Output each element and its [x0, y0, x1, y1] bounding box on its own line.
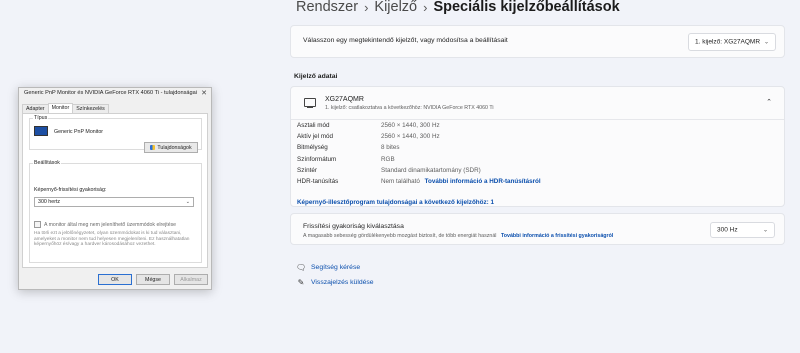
display-select-label: Válasszon egy megtekintendő kijelzőt, va… — [303, 37, 508, 44]
breadcrumb-system[interactable]: Rendszer — [296, 0, 358, 15]
display-select-dropdown[interactable]: 1. kijelző: XG27AQMR ⌄ — [688, 33, 776, 51]
chevron-down-icon: ⌄ — [762, 227, 768, 234]
properties-button[interactable]: Tulajdonságok — [144, 142, 198, 153]
refresh-rate-label: Képernyő-frissítési gyakoriság: — [34, 187, 107, 193]
feedback-icon: ✎ — [297, 278, 305, 287]
property-key: Aktív jel mód — [297, 133, 334, 141]
breadcrumb-display[interactable]: Kijelző — [374, 0, 417, 15]
section-title: Kijelző adatai — [294, 73, 338, 80]
help-icon: 🗨 — [296, 263, 307, 272]
breadcrumb-separator: › — [423, 0, 428, 15]
refresh-rate-dropdown[interactable]: 300 Hz ⌄ — [710, 222, 775, 238]
property-key: Bitmélység — [297, 144, 328, 152]
feedback-label: Visszajelzés küldése — [311, 279, 374, 286]
hdr-value: Nem található — [381, 177, 420, 185]
get-help-label: Segítség kérése — [311, 264, 361, 271]
breadcrumb-separator: › — [364, 0, 369, 15]
refresh-rate-card: Frissítési gyakoriság kiválasztása A mag… — [290, 213, 785, 245]
chevron-up-icon[interactable]: ⌃ — [766, 98, 772, 106]
property-value: 8 bites — [381, 144, 400, 152]
monitor-icon — [34, 126, 48, 136]
refresh-rate-combo-value: 300 hertz — [38, 199, 61, 205]
display-name: XG27AQMR — [325, 96, 364, 103]
settings-group — [29, 163, 202, 263]
property-value: Standard dinamikatartomány (SDR) — [381, 166, 481, 174]
display-info-card: XG27AQMR 1. kijelző: csatlakoztatva a kö… — [290, 86, 785, 207]
display-select-value: 1. kijelző: XG27AQMR — [695, 38, 761, 46]
dialog-title: Generic PnP Monitor és NVIDIA GeForce RT… — [24, 90, 197, 96]
property-key: Asztali mód — [297, 122, 330, 129]
property-value: 2560 × 1440, 300 Hz — [381, 122, 440, 129]
display-subtitle: 1. kijelző: csatlakoztatva a következőhö… — [325, 105, 494, 111]
shield-icon — [150, 145, 156, 150]
refresh-rate-title: Frissítési gyakoriság kiválasztása — [303, 223, 404, 230]
driver-properties-link[interactable]: Képernyő-illesztőprogram tulajdonságai a… — [297, 199, 494, 206]
property-row: Színformátum RGB — [291, 156, 784, 167]
warning-description: Ha törli ezt a jelölőnégyzetet, olyan üz… — [34, 231, 190, 248]
property-row: Színtér Standard dinamikatartomány (SDR) — [291, 167, 784, 178]
monitor-icon — [304, 98, 316, 108]
property-row: Asztali mód 2560 × 1440, 300 Hz — [291, 122, 784, 133]
page-title: Speciális kijelzőbeállítások — [433, 0, 620, 15]
refresh-rate-value: 300 Hz — [717, 226, 738, 234]
display-properties: Asztali mód 2560 × 1440, 300 Hz Aktív je… — [291, 122, 784, 189]
refresh-rate-desc: A magasabb sebesség gördülékenyebb mozgá… — [303, 233, 613, 239]
feedback-link[interactable]: ✎ Visszajelzés küldése — [296, 278, 374, 287]
breadcrumb: Rendszer › Kijelző › Speciális kijelzőbe… — [296, 0, 620, 20]
refresh-rate-combo[interactable]: 300 hertz ⌄ — [34, 197, 194, 207]
property-row: Aktív jel mód 2560 × 1440, 300 Hz — [291, 133, 784, 144]
monitor-properties-dialog: Generic PnP Monitor és NVIDIA GeForce RT… — [18, 87, 212, 290]
tab-monitor[interactable]: Monitor — [47, 103, 74, 113]
hide-modes-label: A monitor által meg nem jeleníthető üzem… — [44, 221, 177, 228]
display-info-header[interactable]: XG27AQMR 1. kijelző: csatlakoztatva a kö… — [291, 87, 784, 120]
hide-modes-checkbox[interactable] — [34, 221, 41, 228]
monitor-type-name: Generic PnP Monitor — [54, 129, 104, 135]
chevron-down-icon: ⌄ — [763, 39, 769, 46]
refresh-rate-info-link[interactable]: További információ a frissítési gyakoris… — [501, 233, 613, 239]
display-select-card: Válasszon egy megtekintendő kijelzőt, va… — [290, 25, 785, 58]
cancel-button[interactable]: Mégse — [136, 274, 170, 285]
property-row-hdr: HDR-tanúsítás Nem található További info… — [291, 178, 784, 189]
close-icon[interactable]: ✕ — [201, 89, 207, 97]
apply-button[interactable]: Alkalmaz — [174, 274, 208, 285]
properties-button-label: Tulajdonságok — [157, 144, 192, 151]
tab-body: Típus Generic PnP Monitor Tulajdonságok … — [22, 113, 208, 268]
hdr-info-link[interactable]: További információ a HDR-tanúsításról — [425, 178, 541, 185]
chevron-down-icon: ⌄ — [185, 199, 190, 205]
type-group-label: Típus — [33, 115, 49, 121]
get-help-link[interactable]: 🗨 Segítség kérése — [296, 263, 360, 272]
settings-group-label: Beállítások — [33, 160, 61, 166]
property-value: 2560 × 1440, 300 Hz — [381, 133, 440, 141]
property-key: HDR-tanúsítás — [297, 177, 339, 185]
property-key: Színtér — [297, 166, 317, 174]
property-value: RGB — [381, 155, 395, 163]
refresh-rate-desc-text: A magasabb sebesség gördülékenyebb mozgá… — [303, 233, 497, 239]
property-row: Bitmélység 8 bites — [291, 144, 784, 155]
hide-modes-checkbox-row: A monitor által meg nem jeleníthető üzem… — [34, 221, 176, 228]
property-value: Nem található További információ a HDR-t… — [381, 178, 541, 185]
property-key: Színformátum — [297, 155, 337, 163]
ok-button[interactable]: OK — [98, 274, 132, 285]
